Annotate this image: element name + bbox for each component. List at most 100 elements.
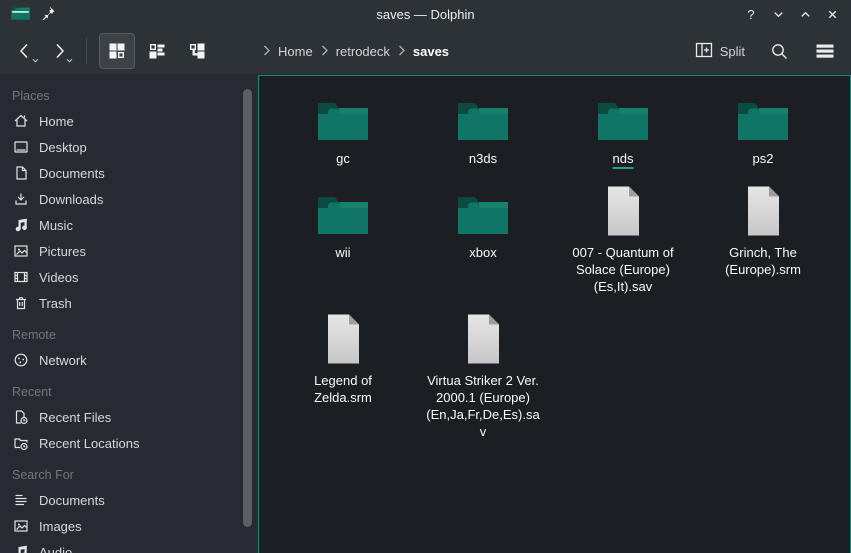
file-item-label: Virtua Striker 2 Ver. 2000.1 (Europe) (E… [426, 372, 540, 440]
details-view-button[interactable] [139, 33, 175, 69]
breadcrumb-retrodeck[interactable]: retrodeck [336, 44, 390, 59]
close-button[interactable] [823, 5, 841, 23]
section-title-places: Places [0, 83, 258, 108]
home-icon [13, 113, 29, 129]
sidebar-item-downloads[interactable]: Downloads [0, 186, 258, 212]
section-title-search-for: Search For [0, 462, 258, 487]
back-button[interactable] [10, 33, 40, 69]
search-audio-icon [13, 544, 29, 553]
split-button[interactable]: Split [691, 33, 749, 69]
sidebar-item-label: Documents [39, 166, 105, 181]
chevron-right-icon [397, 44, 406, 59]
music-icon [13, 217, 29, 233]
folder-item-n3ds[interactable]: n3ds [413, 89, 553, 167]
sidebar-item-search-documents[interactable]: Documents [0, 487, 258, 513]
folder-item-xbox[interactable]: xbox [413, 183, 553, 295]
breadcrumb-current[interactable]: saves [413, 44, 449, 59]
section-title-recent: Recent [0, 379, 258, 404]
breadcrumb-home[interactable]: Home [278, 44, 313, 59]
folder-item-gc[interactable]: gc [273, 89, 413, 167]
sidebar-item-label: Home [39, 114, 74, 129]
folder-item-label: wii [335, 244, 350, 261]
sidebar-item-label: Downloads [39, 192, 103, 207]
sidebar-item-label: Images [39, 519, 82, 534]
sidebar-item-documents[interactable]: Documents [0, 160, 258, 186]
desktop-icon [13, 139, 29, 155]
sidebar-item-label: Trash [39, 296, 72, 311]
split-button-label: Split [720, 44, 745, 59]
folder-item-label: nds [613, 150, 634, 167]
sidebar-item-home[interactable]: Home [0, 108, 258, 134]
minimize-button[interactable] [769, 5, 787, 23]
folder-icon [455, 183, 511, 237]
trash-icon [13, 295, 29, 311]
sidebar-item-label: Desktop [39, 140, 87, 155]
sidebar-item-label: Audio [39, 545, 72, 553]
sidebar-item-recent-locations[interactable]: Recent Locations [0, 430, 258, 456]
icons-view-button[interactable] [99, 33, 135, 69]
forward-history-caret[interactable] [66, 51, 73, 66]
breadcrumb: Home retrodeck saves [262, 28, 449, 74]
file-item-label: Legend of Zelda.srm [286, 372, 400, 406]
sidebar-item-label: Recent Locations [39, 436, 139, 451]
forward-button[interactable] [44, 33, 74, 69]
file-item-label: Grinch, The (Europe).srm [706, 244, 820, 278]
window-title: saves — Dolphin [0, 7, 851, 22]
folder-icon [735, 89, 791, 143]
video-icon [13, 269, 29, 285]
help-button[interactable]: ? [742, 5, 760, 23]
file-item-label: 007 - Quantum of Solace (Europe) (Es,It)… [566, 244, 680, 295]
recent-locations-icon [13, 435, 29, 451]
folder-item-ps2[interactable]: ps2 [693, 89, 833, 167]
sidebar-item-trash[interactable]: Trash [0, 290, 258, 316]
image-icon [13, 243, 29, 259]
hamburger-menu-button[interactable] [809, 33, 841, 69]
folder-view[interactable]: gc n3ds nds ps2 wii [258, 75, 851, 553]
split-view-icon [695, 42, 713, 61]
chevron-right-icon [262, 44, 271, 59]
back-history-caret[interactable] [32, 51, 39, 66]
folder-item-nds[interactable]: nds [553, 89, 693, 167]
sidebar-item-videos[interactable]: Videos [0, 264, 258, 290]
folder-item-label: ps2 [753, 150, 774, 167]
tree-view-button[interactable] [179, 33, 215, 69]
places-panel: Places Home Desktop Documents [0, 75, 258, 553]
sidebar-item-label: Videos [39, 270, 79, 285]
pin-icon[interactable] [41, 5, 56, 23]
search-documents-icon [13, 492, 29, 508]
sidebar-scrollbar[interactable] [243, 89, 252, 527]
file-item-007-quantum-of-solace[interactable]: 007 - Quantum of Solace (Europe) (Es,It)… [553, 183, 693, 295]
sidebar-item-search-audio[interactable]: Audio [0, 539, 258, 553]
search-images-icon [13, 518, 29, 534]
file-icon [463, 311, 503, 365]
sidebar-item-label: Pictures [39, 244, 86, 259]
network-icon [13, 352, 29, 368]
sidebar-item-network[interactable]: Network [0, 347, 258, 373]
toolbar-separator [86, 38, 87, 64]
sidebar-item-label: Music [39, 218, 73, 233]
file-item-legend-of-zelda[interactable]: Legend of Zelda.srm [273, 311, 413, 440]
sidebar-item-desktop[interactable]: Desktop [0, 134, 258, 160]
titlebar: saves — Dolphin ? [0, 0, 851, 28]
sidebar-item-search-images[interactable]: Images [0, 513, 258, 539]
sidebar-item-music[interactable]: Music [0, 212, 258, 238]
maximize-button[interactable] [796, 5, 814, 23]
search-button[interactable] [763, 33, 795, 69]
folder-item-label: n3ds [469, 150, 497, 167]
sidebar-item-label: Documents [39, 493, 105, 508]
document-icon [13, 165, 29, 181]
sidebar-item-recent-files[interactable]: Recent Files [0, 404, 258, 430]
folder-item-wii[interactable]: wii [273, 183, 413, 295]
folder-icon [315, 89, 371, 143]
file-icon [323, 311, 363, 365]
file-grid: gc n3ds nds ps2 wii [273, 89, 837, 456]
file-item-grinch-the[interactable]: Grinch, The (Europe).srm [693, 183, 833, 295]
sidebar-item-pictures[interactable]: Pictures [0, 238, 258, 264]
toolbar: Home retrodeck saves Split [0, 28, 851, 75]
sidebar-item-label: Recent Files [39, 410, 111, 425]
folder-icon [315, 183, 371, 237]
chevron-right-icon [320, 44, 329, 59]
folder-item-label: gc [336, 150, 350, 167]
file-item-virtua-striker-2[interactable]: Virtua Striker 2 Ver. 2000.1 (Europe) (E… [413, 311, 553, 440]
download-icon [13, 191, 29, 207]
